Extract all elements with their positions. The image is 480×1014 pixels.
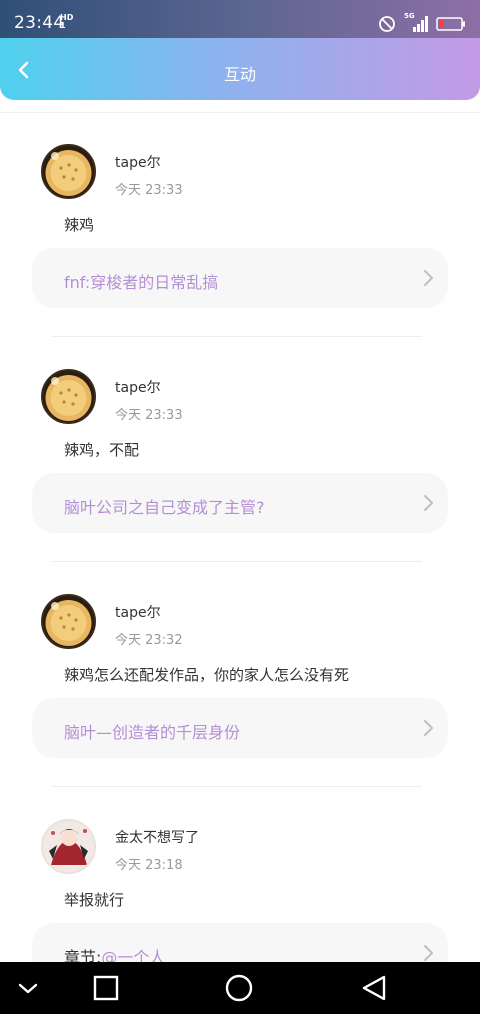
- status-icons: 5G: [378, 12, 466, 35]
- comment-item: 金太不想写了 今天 23:18 举报就行 章节:@一个人: [0, 787, 480, 962]
- username[interactable]: 金太不想写了: [115, 827, 199, 847]
- status-time: 23:44: [14, 13, 65, 33]
- signal-icon: 5G: [404, 12, 428, 33]
- comment-item: tape尔 今天 23:32 辣鸡怎么还配发作品，你的家人怎么没有死 脑叶—创造…: [0, 562, 480, 787]
- app-header: 互动: [0, 38, 480, 100]
- home-icon[interactable]: [224, 974, 254, 1002]
- collapse-icon[interactable]: [13, 974, 43, 1002]
- avatar[interactable]: [41, 369, 96, 424]
- chevron-right-icon: [424, 720, 433, 736]
- username[interactable]: tape尔: [115, 377, 161, 397]
- comment-time: 今天 23:32: [115, 633, 183, 648]
- anime-avatar-image: [43, 821, 94, 872]
- battery-low-icon: [436, 17, 465, 31]
- do-not-disturb-icon: [379, 16, 395, 32]
- avatar[interactable]: [41, 819, 96, 874]
- comment-text: 举报就行: [64, 891, 125, 909]
- referenced-work-title: 脑叶公司之自己变成了主管?: [64, 498, 265, 517]
- comment-text: 辣鸡怎么还配发作品，你的家人怎么没有死: [64, 666, 350, 684]
- referenced-chapter-title: 章节:@一个人: [64, 948, 166, 962]
- comment-item: tape尔 今天 23:33 辣鸡 fnf:穿梭者的日常乱搞: [0, 112, 480, 337]
- comment-list[interactable]: tape尔 今天 23:33 辣鸡 fnf:穿梭者的日常乱搞 tape尔 今天 …: [0, 112, 480, 962]
- referenced-work-link[interactable]: fnf:穿梭者的日常乱搞: [32, 248, 448, 308]
- system-nav-bar: [0, 962, 480, 1014]
- avatar[interactable]: [41, 594, 96, 649]
- chevron-right-icon: [424, 945, 433, 961]
- referenced-work-link[interactable]: 脑叶—创造者的千层身份: [32, 698, 448, 758]
- username[interactable]: tape尔: [115, 152, 161, 172]
- referenced-work-link[interactable]: 脑叶公司之自己变成了主管?: [32, 473, 448, 533]
- avatar[interactable]: [41, 144, 96, 199]
- comment-time: 今天 23:33: [115, 408, 183, 423]
- username[interactable]: tape尔: [115, 602, 161, 622]
- referenced-chapter-link[interactable]: 章节:@一个人: [32, 923, 448, 962]
- hd-badge: HD 1: [60, 13, 74, 30]
- cookie-avatar-image: [43, 146, 94, 197]
- comment-text: 辣鸡，不配: [64, 441, 140, 459]
- comment-text: 辣鸡: [64, 216, 95, 234]
- comment-item: tape尔 今天 23:33 辣鸡，不配 脑叶公司之自己变成了主管?: [0, 337, 480, 562]
- referenced-work-title: 脑叶—创造者的千层身份: [64, 723, 241, 742]
- referenced-work-title: fnf:穿梭者的日常乱搞: [64, 273, 219, 292]
- page-title: 互动: [223, 65, 256, 84]
- chevron-right-icon: [424, 270, 433, 286]
- back-icon[interactable]: [359, 974, 389, 1002]
- recents-icon[interactable]: [91, 974, 121, 1002]
- cookie-avatar-image: [43, 371, 94, 422]
- comment-time: 今天 23:18: [115, 858, 183, 873]
- comment-time: 今天 23:33: [115, 183, 183, 198]
- chevron-right-icon: [424, 495, 433, 511]
- cookie-avatar-image: [43, 596, 94, 647]
